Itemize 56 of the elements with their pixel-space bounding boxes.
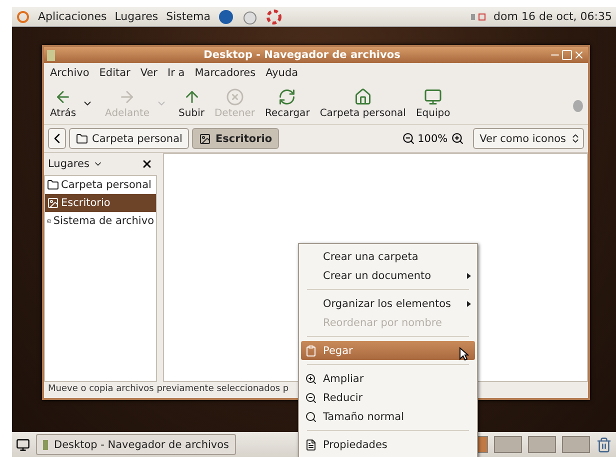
magnifier-icon (305, 410, 317, 422)
context-menu-item[interactable]: Organizar los elementos (301, 294, 475, 313)
context-menu-item[interactable]: Tamaño normal (301, 407, 475, 426)
path-button[interactable]: Escritorio (192, 128, 280, 149)
panel-menu[interactable]: Aplicaciones (38, 10, 107, 23)
context-menu-item[interactable]: Propiedades (301, 435, 475, 454)
view-dropdown[interactable]: Ver como iconos (472, 128, 584, 149)
sidebar-dropdown[interactable]: Lugares (48, 154, 104, 174)
trash-icon[interactable] (596, 436, 612, 452)
sidebar-item[interactable]: Carpeta personal (45, 176, 156, 194)
path-button[interactable]: Carpeta personal (69, 128, 190, 149)
zoom-out-icon[interactable] (402, 132, 415, 145)
refresh-icon (278, 88, 296, 106)
menu-item[interactable]: Archivo (50, 67, 90, 79)
clock[interactable]: dom 16 de oct, 06:35 (494, 10, 612, 23)
maximize-icon[interactable] (561, 49, 573, 61)
mouse-pointer-icon (459, 347, 469, 361)
stop-icon (226, 88, 244, 106)
menu-item[interactable]: Ir a (168, 67, 185, 79)
status-text: Mueve o copia archivos previamente seleccionados p (48, 384, 289, 396)
sidebar-item[interactable]: Escritorio (45, 194, 156, 212)
context-menu-item[interactable]: Reducir (301, 388, 475, 407)
toolbar-button[interactable]: Subir (174, 86, 208, 121)
document-icon (305, 438, 317, 450)
show-desktop-icon[interactable] (16, 438, 30, 452)
menu-item[interactable]: Ver (140, 67, 158, 79)
context-menu-item[interactable]: Ampliar (301, 369, 475, 388)
back-button[interactable] (48, 128, 66, 149)
menu-item[interactable]: Marcadores (194, 67, 256, 79)
toolbar-button[interactable]: Recargar (261, 86, 314, 121)
panel-menu[interactable]: Lugares (114, 10, 158, 23)
context-menu-item[interactable]: Pegar (301, 341, 475, 360)
menu-item[interactable]: Ayuda (266, 67, 298, 79)
zoom-level: 100% (418, 132, 448, 144)
menu-item[interactable]: Editar (99, 67, 130, 79)
close-icon[interactable] (141, 158, 153, 170)
folder-icon (47, 179, 59, 191)
picture-icon (199, 132, 212, 144)
picture-icon (47, 197, 59, 209)
toolbar-button[interactable]: Atrás (46, 86, 80, 121)
zoom-in-icon (305, 372, 317, 384)
monitor-icon (424, 88, 442, 106)
clipboard-icon (305, 344, 317, 356)
house-icon (354, 88, 372, 106)
spinner-icon (570, 133, 581, 144)
toolbar-button[interactable]: Carpeta personal (316, 86, 410, 121)
sidebar-item[interactable]: Sistema de archivo (45, 212, 156, 230)
folder-icon (76, 132, 88, 144)
panel-menu[interactable]: Sistema (166, 10, 210, 23)
zoom-in-icon[interactable] (450, 132, 464, 145)
window-title: Desktop - Navegador de archivos (202, 49, 402, 61)
zoom-out-icon (305, 392, 317, 404)
toolbar-button[interactable]: Equipo (412, 86, 454, 121)
context-menu-item[interactable]: Crear una carpeta (301, 247, 475, 266)
context-menu-item[interactable]: Crear un documento (301, 266, 475, 285)
taskbar-button[interactable]: Desktop - Navegador de archivos (36, 434, 236, 455)
